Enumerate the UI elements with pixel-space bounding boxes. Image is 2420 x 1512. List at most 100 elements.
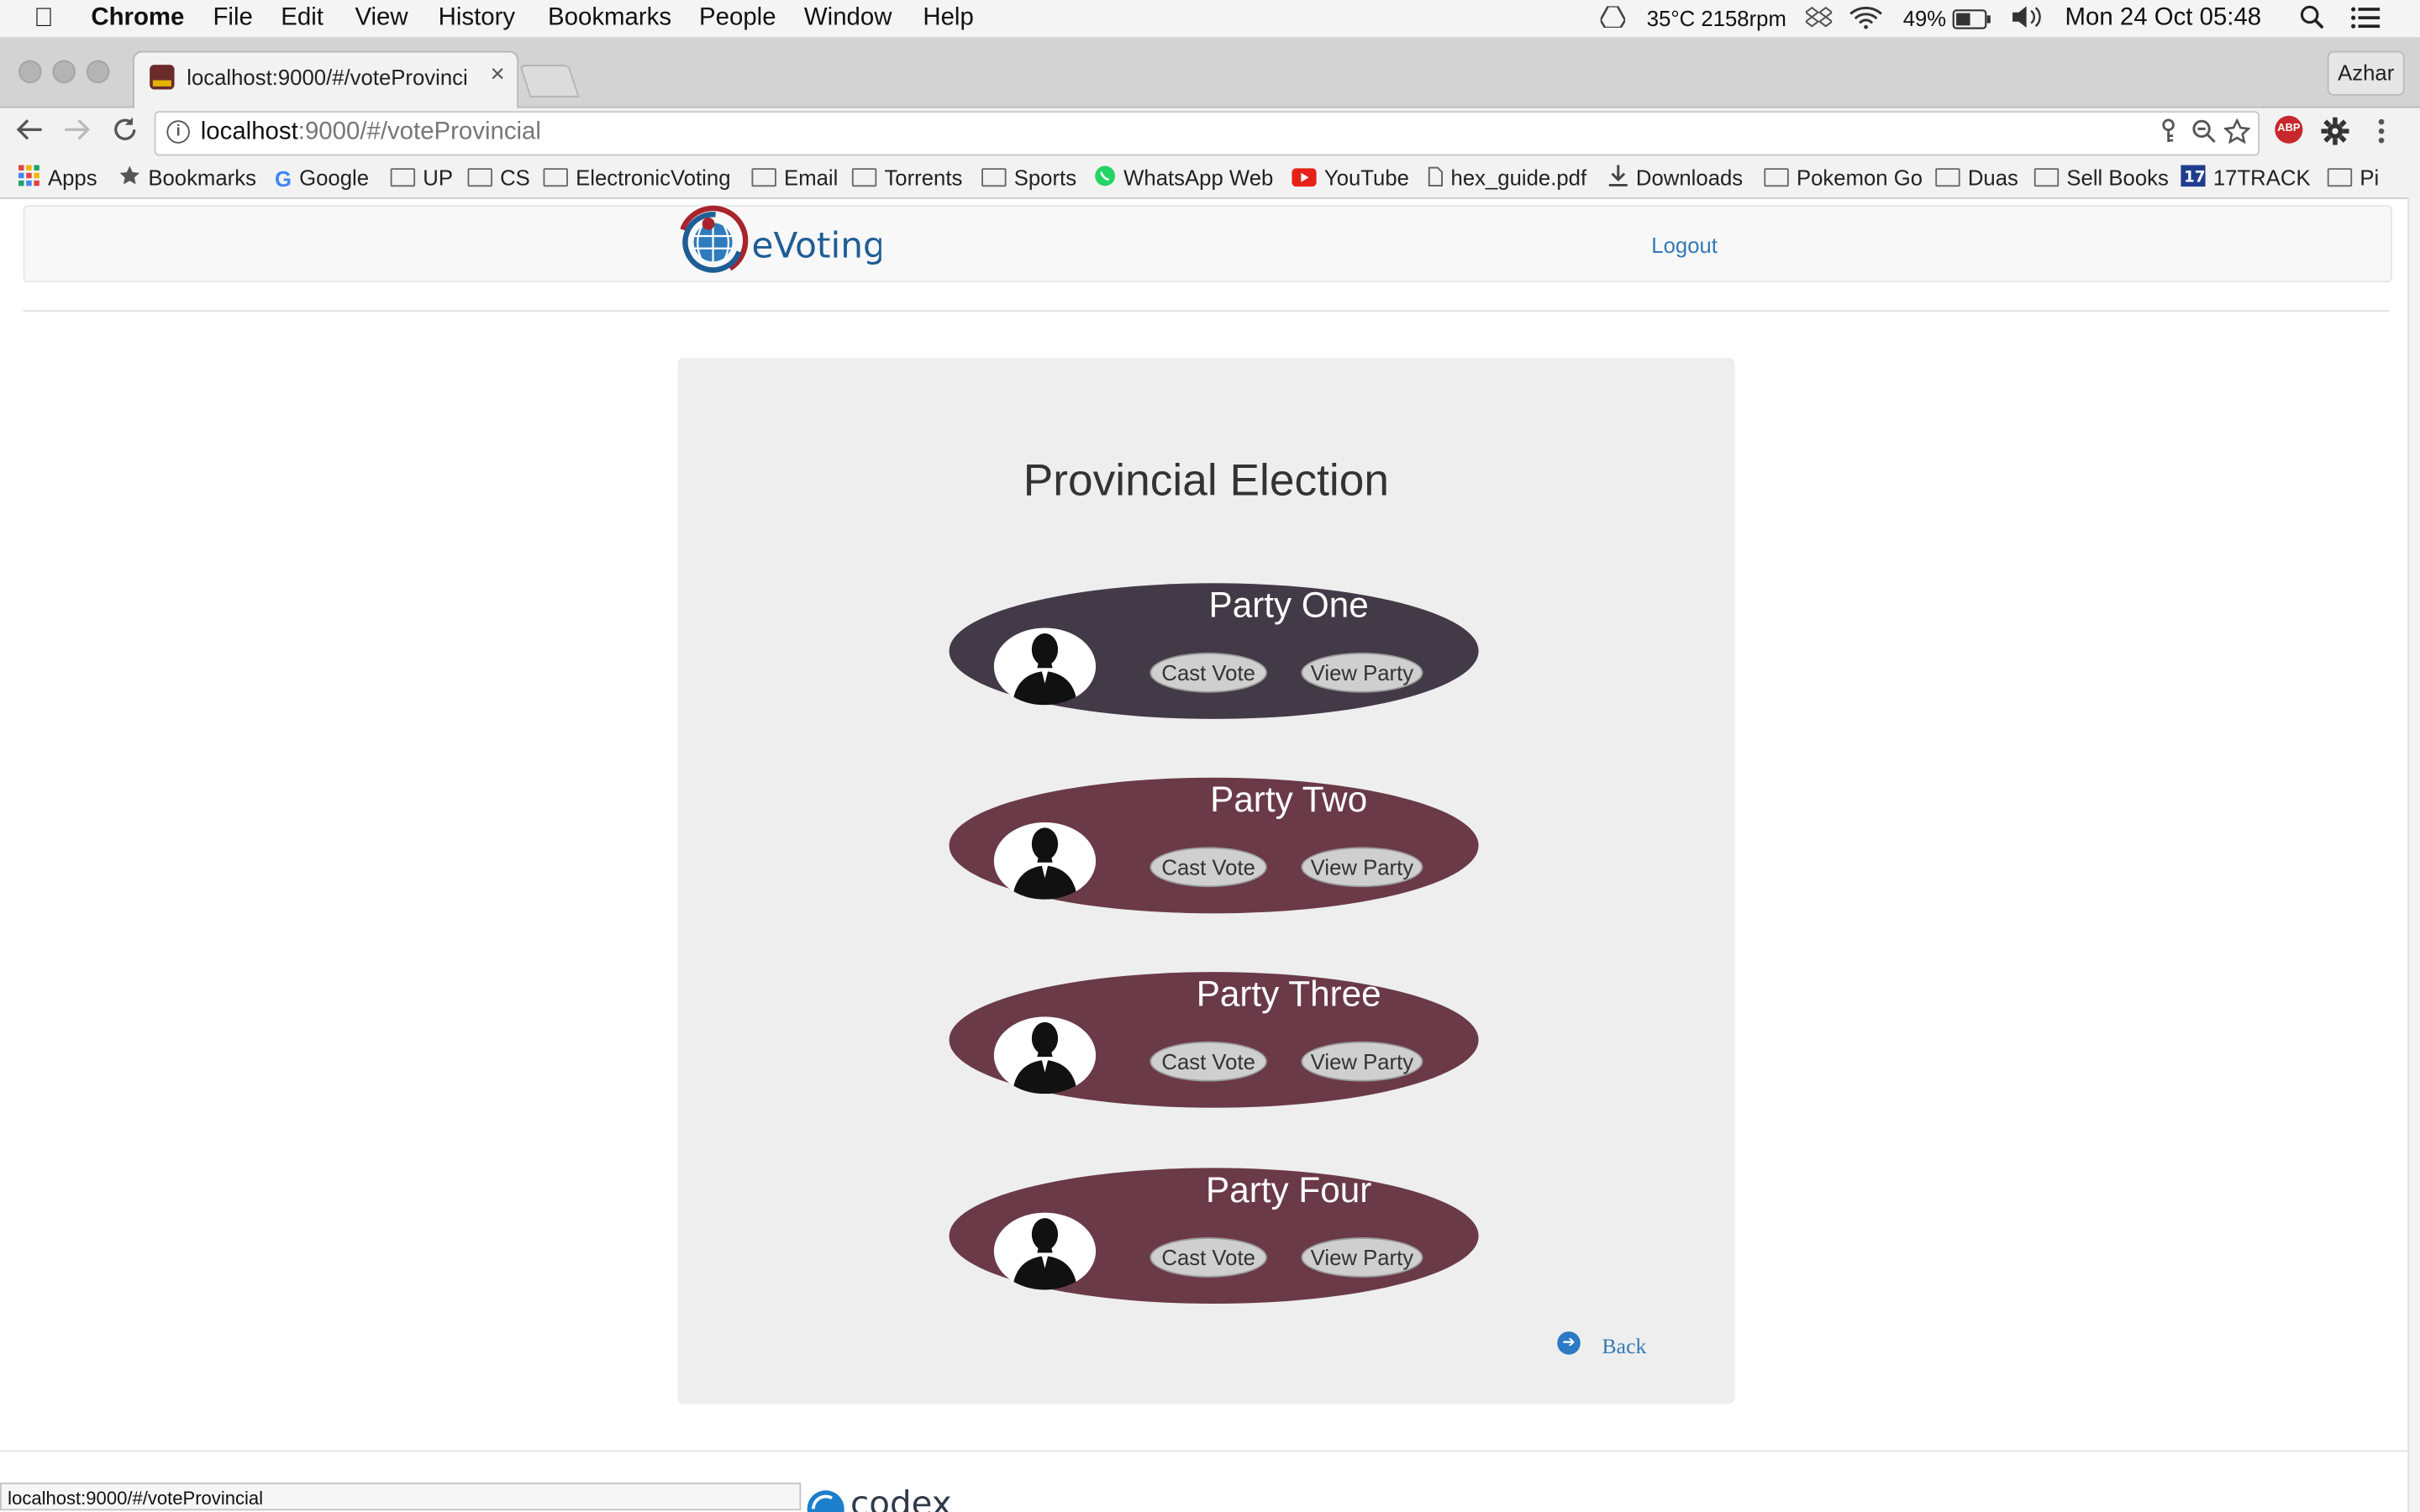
menu-people[interactable]: People bbox=[699, 5, 776, 33]
bookmark-folder-electronicvoting[interactable]: ElectronicVoting bbox=[543, 165, 731, 190]
party-name: Party Three bbox=[1196, 973, 1381, 1014]
address-bar[interactable]: i localhost:9000/#/voteProvincial bbox=[154, 111, 2260, 156]
star-bookmark-icon[interactable] bbox=[2223, 118, 2251, 150]
footer-logo-text: codex bbox=[850, 1483, 952, 1512]
key-icon[interactable] bbox=[2160, 118, 2175, 150]
party-card: Party Three Cast Vote View Party bbox=[949, 972, 1479, 1108]
profile-button[interactable]: Azhar bbox=[2327, 50, 2405, 96]
new-tab-button[interactable] bbox=[519, 65, 580, 97]
mac-menu-bar:  Chrome File Edit View History Bookmark… bbox=[0, 0, 2420, 39]
apple-icon[interactable]:  bbox=[34, 3, 53, 34]
spotlight-search-icon[interactable] bbox=[2300, 5, 2324, 38]
bookmark-folder-email[interactable]: Email bbox=[751, 165, 838, 190]
candidate-avatar-icon bbox=[993, 822, 1097, 900]
candidate-avatar-icon bbox=[993, 1016, 1097, 1095]
extension-gear-icon[interactable] bbox=[2321, 117, 2349, 155]
back-label: Back bbox=[1602, 1336, 1647, 1360]
bookmark-folder-duas[interactable]: Duas bbox=[1935, 165, 2018, 190]
bookmark-folder-up[interactable]: UP bbox=[390, 165, 453, 190]
bookmark-google[interactable]: G Google bbox=[275, 165, 369, 192]
zoom-icon[interactable] bbox=[2191, 118, 2216, 150]
window-zoom-button[interactable] bbox=[86, 60, 110, 84]
cast-vote-button[interactable]: Cast Vote bbox=[1150, 1041, 1267, 1082]
bookmark-folder-pokemon-go[interactable]: Pokemon Go bbox=[1764, 165, 1923, 190]
google-icon: G bbox=[274, 166, 292, 192]
party-card: Party Four Cast Vote View Party bbox=[949, 1168, 1479, 1305]
site-info-icon[interactable]: i bbox=[166, 120, 190, 144]
menu-edit[interactable]: Edit bbox=[281, 5, 324, 33]
dropbox-icon[interactable] bbox=[1804, 6, 1833, 37]
folder-icon bbox=[851, 168, 877, 187]
menu-history[interactable]: History bbox=[439, 5, 515, 33]
view-party-button[interactable]: View Party bbox=[1301, 1237, 1423, 1278]
view-party-button[interactable]: View Party bbox=[1301, 1041, 1423, 1082]
menu-bookmarks[interactable]: Bookmarks bbox=[548, 5, 671, 33]
folder-icon bbox=[390, 168, 416, 187]
clock[interactable]: Mon 24 Oct 05:48 bbox=[2065, 5, 2262, 33]
temperature-fan-readout[interactable]: 35°C 2158rpm bbox=[1647, 6, 1786, 30]
bookmark-folder-torrents[interactable]: Torrents bbox=[851, 165, 962, 190]
drive-icon[interactable] bbox=[1599, 5, 1627, 35]
site-favicon-icon bbox=[150, 65, 175, 90]
reload-icon[interactable] bbox=[111, 116, 139, 153]
candidate-avatar-icon bbox=[993, 627, 1097, 706]
view-party-button[interactable]: View Party bbox=[1301, 847, 1423, 888]
party-name: Party Four bbox=[1206, 1169, 1372, 1210]
bookmark-whatsapp-web[interactable]: WhatsApp Web bbox=[1094, 165, 1273, 192]
battery-percent: 49% bbox=[1902, 6, 1947, 31]
menu-window[interactable]: Window bbox=[804, 5, 892, 33]
window-minimize-button[interactable] bbox=[52, 60, 76, 84]
adblock-plus-icon[interactable]: ABP bbox=[2275, 115, 2303, 144]
folder-icon bbox=[2033, 168, 2060, 187]
candidate-avatar-icon bbox=[993, 1212, 1097, 1290]
tab-strip: localhost:9000/#/voteProvinci × Azhar bbox=[0, 38, 2420, 108]
browser-tab[interactable]: localhost:9000/#/voteProvinci × bbox=[132, 50, 519, 108]
window-close-button[interactable] bbox=[18, 60, 42, 84]
party-name: Party Two bbox=[1210, 779, 1368, 820]
bookmark-youtube[interactable]: YouTube bbox=[1292, 165, 1409, 192]
bookmark-folder-sell-books[interactable]: Sell Books bbox=[2033, 165, 2169, 190]
party-card: Party One Cast Vote View Party bbox=[949, 583, 1479, 719]
volume-icon[interactable] bbox=[2011, 5, 2044, 38]
bookmark-downloads[interactable]: Downloads bbox=[1608, 165, 1743, 192]
download-icon bbox=[1608, 165, 1628, 192]
bookmark-folder-cs[interactable]: CS bbox=[467, 165, 530, 190]
bookmark-hex-guide-pdf[interactable]: hex_guide.pdf bbox=[1428, 165, 1586, 192]
cast-vote-button[interactable]: Cast Vote bbox=[1150, 652, 1267, 693]
chrome-menu-icon[interactable] bbox=[2377, 118, 2386, 155]
menu-view[interactable]: View bbox=[355, 5, 408, 33]
back-arrow-icon[interactable] bbox=[15, 116, 43, 151]
menu-app-name[interactable]: Chrome bbox=[91, 5, 184, 33]
evoting-logo[interactable]: eVoting bbox=[675, 202, 886, 280]
folder-icon bbox=[1935, 168, 1960, 187]
cast-vote-button[interactable]: Cast Vote bbox=[1150, 1237, 1267, 1278]
bookmark-bookmarks[interactable]: Bookmarks bbox=[118, 165, 256, 192]
bookmark-folder-pi[interactable]: Pi bbox=[2327, 165, 2379, 190]
menu-file[interactable]: File bbox=[213, 5, 252, 33]
address-url[interactable]: localhost:9000/#/voteProvincial bbox=[201, 118, 541, 146]
folder-icon bbox=[2327, 168, 2353, 187]
cast-vote-button[interactable]: Cast Vote bbox=[1150, 847, 1267, 888]
tab-close-icon[interactable]: × bbox=[490, 61, 504, 89]
folder-icon bbox=[467, 168, 492, 187]
folder-icon bbox=[751, 168, 776, 187]
star-icon bbox=[118, 165, 140, 192]
bookmark-17track[interactable]: 17 17TRACK bbox=[2181, 165, 2311, 192]
forward-arrow-icon[interactable] bbox=[63, 116, 91, 151]
footer-divider bbox=[0, 1450, 2420, 1452]
view-party-button[interactable]: View Party bbox=[1301, 652, 1423, 693]
brand-text: eVoting bbox=[751, 225, 881, 266]
header-divider bbox=[23, 310, 2390, 312]
site-navbar bbox=[23, 205, 2392, 283]
menu-help[interactable]: Help bbox=[923, 5, 973, 33]
party-name: Party One bbox=[1208, 585, 1369, 625]
vertical-scrollbar[interactable] bbox=[2407, 197, 2420, 1512]
tab-title: localhost:9000/#/voteProvinci bbox=[187, 65, 468, 90]
wifi-icon[interactable] bbox=[1849, 6, 1882, 37]
footer-codex-logo: codex bbox=[804, 1481, 959, 1512]
bookmark-folder-sports[interactable]: Sports bbox=[981, 165, 1076, 190]
bookmark-apps[interactable]: Apps bbox=[18, 165, 97, 192]
battery-icon[interactable] bbox=[1952, 9, 1992, 37]
notification-center-icon[interactable] bbox=[2350, 6, 2381, 37]
logout-link[interactable]: Logout bbox=[1651, 233, 1718, 257]
